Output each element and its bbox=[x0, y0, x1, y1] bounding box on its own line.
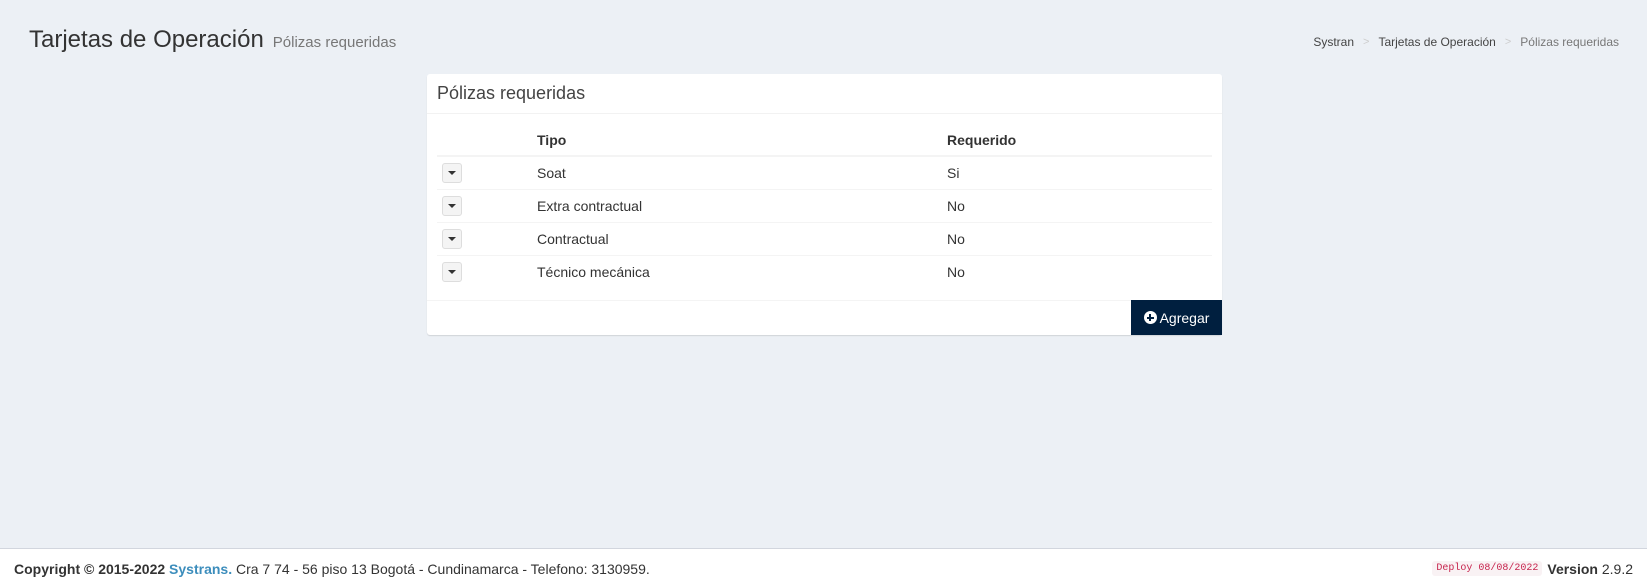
breadcrumb-item-systran[interactable]: Systran bbox=[1313, 35, 1354, 49]
footer-left: Copyright © 2015-2022 Systrans. Cra 7 74… bbox=[14, 561, 650, 577]
polizas-table: Tipo Requerido Soat Si Extra contractual bbox=[437, 124, 1212, 288]
page-title: Tarjetas de Operación bbox=[29, 26, 264, 53]
row-actions-cell bbox=[437, 255, 537, 288]
caret-down-icon bbox=[448, 204, 456, 208]
footer-address: Cra 7 74 - 56 piso 13 Bogotá - Cundinama… bbox=[235, 560, 650, 577]
caret-down-icon bbox=[448, 171, 456, 176]
plus-circle-icon bbox=[1143, 311, 1157, 324]
row-actions-cell bbox=[437, 156, 537, 190]
page-subtitle: Pólizas requeridas bbox=[272, 34, 397, 51]
table-row: Técnico mecánica No bbox=[437, 255, 1212, 288]
page-footer: Copyright © 2015-2022 Systrans. Cra 7 74… bbox=[0, 548, 1647, 588]
cell-requerido: Si bbox=[947, 156, 1212, 190]
cell-requerido: No bbox=[947, 263, 965, 280]
cell-tipo: Técnico mecánica bbox=[537, 263, 650, 280]
box-title: Pólizas requeridas bbox=[437, 83, 586, 103]
table-row: Contractual No bbox=[437, 222, 1212, 256]
box-footer: Agregar bbox=[427, 300, 1222, 335]
cell-tipo: Contractual bbox=[537, 222, 947, 256]
row-actions-cell bbox=[437, 222, 537, 256]
row-actions-dropdown-button[interactable] bbox=[442, 163, 462, 184]
cell-requerido: No bbox=[947, 189, 1212, 223]
breadcrumb-item-tarjetas[interactable]: Tarjetas de Operación bbox=[1378, 35, 1495, 49]
breadcrumb-separator: > bbox=[1504, 36, 1512, 48]
row-actions-cell bbox=[437, 189, 537, 223]
breadcrumb-item-polizas: Pólizas requeridas bbox=[1520, 35, 1619, 49]
table-header-row: Tipo Requerido bbox=[437, 124, 1212, 157]
row-actions-dropdown-button[interactable] bbox=[442, 229, 462, 249]
brand-link[interactable]: Systrans. bbox=[169, 561, 232, 577]
cell-tipo: Soat bbox=[537, 156, 947, 190]
cell-tipo: Extra contractual bbox=[537, 189, 947, 223]
add-button[interactable]: Agregar bbox=[1131, 300, 1222, 335]
breadcrumb: Systran > Tarjetas de Operación > Póliza… bbox=[1313, 35, 1619, 49]
box-body: Tipo Requerido Soat Si Extra contractual bbox=[427, 114, 1222, 288]
row-actions-dropdown-button[interactable] bbox=[442, 262, 462, 283]
column-header-tipo: Tipo bbox=[537, 124, 947, 157]
table-row: Extra contractual No bbox=[437, 189, 1212, 223]
column-header-actions bbox=[437, 124, 537, 157]
cell-requerido: No bbox=[947, 222, 1212, 256]
breadcrumb-separator: > bbox=[1363, 36, 1370, 48]
table-row: Soat Si bbox=[437, 156, 1212, 190]
row-actions-dropdown-button[interactable] bbox=[442, 196, 462, 216]
box-header: Pólizas requeridas bbox=[427, 74, 1222, 114]
add-button-label: Agregar bbox=[1159, 309, 1210, 326]
caret-down-icon bbox=[448, 270, 456, 275]
page-header: Tarjetas de Operación Pólizas requeridas bbox=[29, 26, 396, 54]
footer-right: Deploy 08/08/2022 Version 2.9.2 bbox=[1432, 561, 1633, 577]
version-number: 2.9.2 bbox=[1601, 560, 1633, 577]
column-header-requerido: Requerido bbox=[947, 124, 1212, 157]
version-label: Version bbox=[1547, 560, 1598, 577]
copyright-text: Copyright © 2015-2022 bbox=[14, 560, 166, 577]
caret-down-icon bbox=[448, 237, 456, 241]
deploy-badge: Deploy 08/08/2022 bbox=[1432, 561, 1543, 576]
polizas-box: Pólizas requeridas Tipo Requerido Soat S… bbox=[427, 74, 1222, 335]
